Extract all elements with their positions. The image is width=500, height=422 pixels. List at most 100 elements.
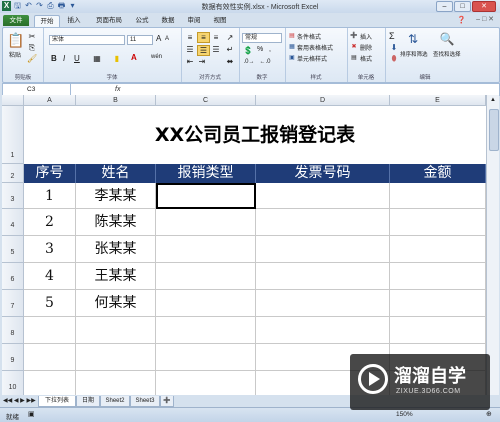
sheet-nav-icon[interactable]: ◀◀ ◀ ▶ ▶▶ <box>3 397 36 404</box>
save-icon[interactable]: 🖫 <box>13 1 22 11</box>
tab-review[interactable]: 审阅 <box>183 15 205 26</box>
cell-invoice-row-4[interactable] <box>256 209 390 236</box>
header-cell-type[interactable]: 报销类型 <box>156 164 256 183</box>
cell-type-row-8[interactable] <box>156 317 256 344</box>
column-header-c[interactable]: C <box>156 95 256 106</box>
ribbon-window-controls[interactable]: – □ ✕ <box>476 15 494 23</box>
sort-filter-icon[interactable]: ⇅ <box>405 32 421 46</box>
sheet-tab-dropdown-list[interactable]: 下拉列表 <box>38 396 76 407</box>
cell-type-row-9[interactable] <box>156 344 256 371</box>
cell-invoice-row-7[interactable] <box>256 290 390 317</box>
cell-invoice-row-5[interactable] <box>256 236 390 263</box>
phonetic-button[interactable]: wén <box>151 54 162 60</box>
insert-function-button[interactable]: fx <box>115 84 120 95</box>
name-box[interactable]: C3 <box>3 84 71 95</box>
merge-center-icon[interactable]: ⬌ <box>225 57 235 66</box>
align-left-icon[interactable]: ☰ <box>185 45 195 54</box>
tab-page-layout[interactable]: 页面布局 <box>90 15 128 26</box>
cell-type-row-10[interactable] <box>156 371 256 395</box>
print-preview-icon[interactable]: ⎙ <box>46 1 55 11</box>
font-name-select[interactable]: 宋体 <box>49 35 125 45</box>
tab-formulas[interactable]: 公式 <box>131 15 153 26</box>
cell-index-row-5[interactable]: 3 <box>24 236 76 263</box>
select-all-corner[interactable] <box>2 95 24 106</box>
underline-button[interactable]: U <box>74 54 80 63</box>
number-format-select[interactable]: 常规 <box>242 33 282 43</box>
sheet-tab-sheet3[interactable]: Sheet3 <box>130 396 160 407</box>
formula-input[interactable] <box>127 84 487 95</box>
find-select-button[interactable]: 查找和选择 <box>433 50 461 58</box>
cell-invoice-row-8[interactable] <box>256 317 390 344</box>
column-header-e[interactable]: E <box>390 95 486 106</box>
cell-amount-row-5[interactable] <box>390 236 486 263</box>
cell-name-row-10[interactable] <box>76 371 156 395</box>
row-header-2[interactable]: 2 <box>2 164 24 183</box>
find-select-icon[interactable]: 🔍 <box>439 32 455 46</box>
row-header-5[interactable]: 5 <box>2 236 24 263</box>
maximize-button[interactable]: □ <box>454 1 471 12</box>
align-top-icon[interactable]: ≡ <box>185 33 195 42</box>
scroll-up-icon[interactable]: ▲ <box>489 97 497 105</box>
vertical-scrollbar[interactable]: ▲ <box>486 95 499 395</box>
cell-name-row-5[interactable]: 张某某 <box>76 236 156 263</box>
cell-index-row-6[interactable]: 4 <box>24 263 76 290</box>
cell-amount-row-3[interactable] <box>390 183 486 209</box>
font-shrink-button[interactable]: A <box>165 36 169 42</box>
cell-index-row-9[interactable] <box>24 344 76 371</box>
cell-index-row-7[interactable]: 5 <box>24 290 76 317</box>
currency-icon[interactable]: 💲 <box>243 46 253 55</box>
row-header-8[interactable]: 8 <box>2 317 24 344</box>
cell-type-row-7[interactable] <box>156 290 256 317</box>
delete-cells-button[interactable]: 删除 <box>360 43 372 52</box>
cell-index-row-10[interactable] <box>24 371 76 395</box>
tab-insert[interactable]: 插入 <box>62 15 86 26</box>
row-header-7[interactable]: 7 <box>2 290 24 317</box>
cell-amount-row-4[interactable] <box>390 209 486 236</box>
help-icon[interactable]: ❓ <box>457 16 466 24</box>
conditional-format-button[interactable]: 条件格式 <box>297 32 321 41</box>
align-center-icon[interactable]: ☰ <box>197 45 210 56</box>
fill-color-icon[interactable]: ▮ <box>111 54 123 63</box>
cell-amount-row-6[interactable] <box>390 263 486 290</box>
decrease-indent-icon[interactable]: ⇤ <box>185 57 195 66</box>
cell-name-row-3[interactable]: 李某某 <box>76 183 156 209</box>
cell-amount-row-8[interactable] <box>390 317 486 344</box>
cell-amount-row-7[interactable] <box>390 290 486 317</box>
cell-type-row-4[interactable] <box>156 209 256 236</box>
row-header-3[interactable]: 3 <box>2 183 24 209</box>
customize-qat-icon[interactable]: ▾ <box>68 1 77 11</box>
cell-name-row-7[interactable]: 何某某 <box>76 290 156 317</box>
font-color-button[interactable]: A <box>131 53 137 62</box>
bold-button[interactable]: B <box>51 54 57 63</box>
cell-invoice-row-3[interactable] <box>256 183 390 209</box>
header-cell-name[interactable]: 姓名 <box>76 164 156 183</box>
sheet-tab-date[interactable]: 日期 <box>76 396 100 407</box>
clear-icon[interactable]: ⬮ <box>389 54 399 63</box>
undo-icon[interactable]: ↶ <box>24 1 33 11</box>
border-icon[interactable]: ▦ <box>91 54 103 63</box>
decrease-decimal-icon[interactable]: ←.0 <box>259 58 271 67</box>
font-size-select[interactable]: 11 <box>127 35 153 45</box>
orientation-icon[interactable]: ↗ <box>225 33 235 42</box>
row-header-10[interactable]: 10 <box>2 371 24 395</box>
increase-indent-icon[interactable]: ⇥ <box>197 57 207 66</box>
format-as-table-button[interactable]: 套用表格格式 <box>297 43 333 52</box>
align-right-icon[interactable]: ☰ <box>211 45 221 54</box>
sheet-tab-sheet2[interactable]: Sheet2 <box>100 396 130 407</box>
header-cell-amount[interactable]: 金额 <box>390 164 486 183</box>
cell-type-row-6[interactable] <box>156 263 256 290</box>
cell-index-row-3[interactable]: 1 <box>24 183 76 209</box>
tab-data[interactable]: 数据 <box>157 15 179 26</box>
cell-index-row-4[interactable]: 2 <box>24 209 76 236</box>
fill-icon[interactable]: ⬇ <box>389 43 399 52</box>
paste-icon[interactable]: 📋 <box>7 32 24 48</box>
sheet-title[interactable]: XX公司员工报销登记表 <box>24 106 486 164</box>
percent-button[interactable]: % <box>257 46 263 53</box>
insert-sheet-icon[interactable]: ➕ <box>160 396 174 407</box>
copy-icon[interactable]: ⎘ <box>27 43 37 52</box>
autosum-button[interactable]: Σ <box>389 31 395 41</box>
quick-print-icon[interactable]: 🖶 <box>57 1 66 11</box>
italic-button[interactable]: I <box>63 54 65 63</box>
cell-type-row-3[interactable] <box>156 183 256 209</box>
minimize-button[interactable]: – <box>436 1 453 12</box>
